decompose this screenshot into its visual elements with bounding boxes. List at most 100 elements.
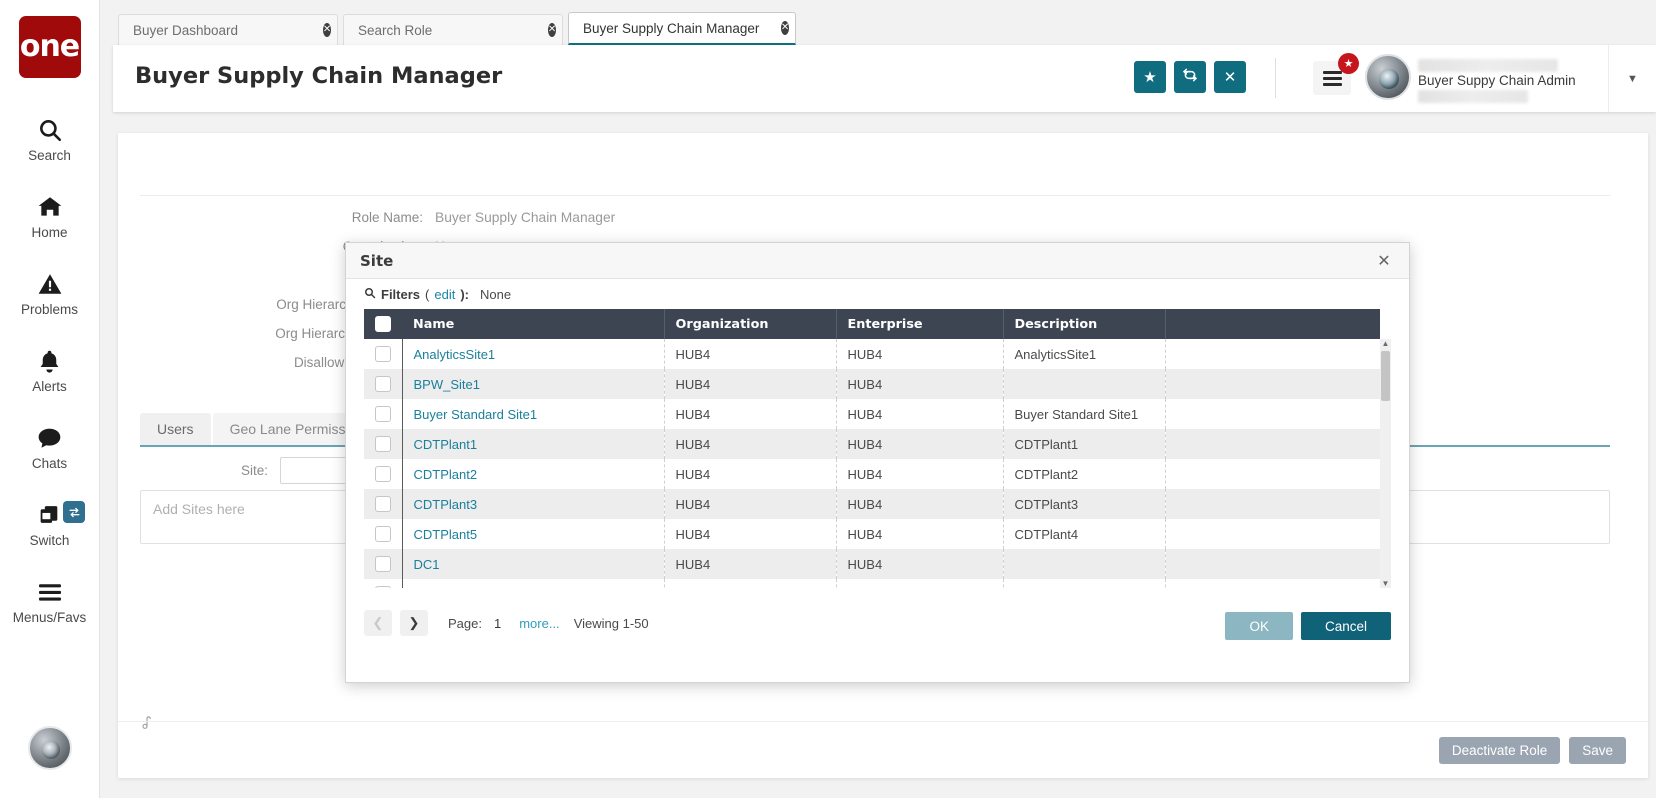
sidebar-item-home[interactable]: Home (0, 177, 99, 254)
row-select-cell (364, 399, 402, 429)
grid-vertical-scrollbar[interactable]: ▲ ▼ (1380, 339, 1391, 588)
scrollbar-thumb[interactable] (1381, 351, 1390, 401)
site-grid-container: Name Organization Enterprise Description… (364, 309, 1394, 588)
close-button[interactable]: ✕ (1214, 61, 1246, 93)
menu-badge: ★ (1338, 53, 1359, 74)
swap-arrows-icon[interactable] (63, 501, 85, 523)
ok-button[interactable]: OK (1225, 612, 1293, 640)
header-menu-button[interactable]: ★ (1313, 61, 1351, 95)
close-icon[interactable]: ✕ (769, 21, 785, 35)
modal-header: Site ✕ (346, 243, 1409, 279)
avatar[interactable] (1365, 54, 1411, 100)
cell-spacer (1165, 429, 1380, 459)
row-select-cell (364, 579, 402, 588)
row-checkbox[interactable] (375, 586, 391, 588)
row-checkbox[interactable] (375, 376, 391, 392)
rail-avatar[interactable] (28, 726, 72, 770)
refresh-icon (1182, 67, 1198, 87)
table-row[interactable]: AnalyticsSite1 HUB4 HUB4 AnalyticsSite1 (364, 339, 1380, 369)
tab-label: Users (157, 421, 194, 437)
table-row[interactable]: CDTPlant1 HUB4 HUB4 CDTPlant1 (364, 429, 1380, 459)
row-checkbox[interactable] (375, 436, 391, 452)
field-role-name: Role Name: Buyer Supply Chain Manager (140, 203, 940, 232)
more-pages-link[interactable]: more... (519, 616, 559, 631)
sidebar-item-search[interactable]: Search (0, 100, 99, 177)
logo-text: one (20, 32, 79, 62)
sidebar-item-label: Menus/Favs (13, 610, 87, 625)
site-link[interactable]: Buyer Standard Site1 (414, 407, 538, 422)
bell-icon (37, 346, 62, 376)
sidebar-item-switch[interactable]: Switch (0, 485, 99, 562)
cell-organization: HUB4 (664, 519, 836, 549)
cell-spacer (1165, 549, 1380, 579)
row-select-cell (364, 339, 402, 369)
tab-buyer-supply-chain-manager[interactable]: Buyer Supply Chain Manager ✕ (568, 12, 796, 45)
save-button[interactable]: Save (1569, 737, 1626, 764)
app-logo[interactable]: one (19, 16, 81, 78)
next-page-button[interactable]: ❯ (400, 610, 428, 636)
table-row[interactable]: CDTPlant3 HUB4 HUB4 CDTPlant3 (364, 489, 1380, 519)
field-value: Buyer Supply Chain Manager (435, 210, 615, 225)
cell-name: CDTPlant5 (402, 519, 664, 549)
column-name[interactable]: Name (402, 309, 664, 339)
site-link[interactable]: DC1 (414, 557, 440, 572)
site-link[interactable]: CDTPlant2 (414, 467, 478, 482)
site-link[interactable]: BPW_Site1 (414, 377, 480, 392)
scroll-up-icon[interactable]: ▲ (1380, 338, 1391, 349)
header-action-buttons: ★ ✕ (1134, 61, 1246, 93)
sidebar-item-alerts[interactable]: Alerts (0, 331, 99, 408)
viewing-range-label: Viewing 1-50 (574, 616, 649, 631)
column-enterprise[interactable]: Enterprise (836, 309, 1003, 339)
star-icon: ★ (1143, 68, 1156, 86)
cell-description: CDTPlant2 (1003, 459, 1165, 489)
sidebar-item-chats[interactable]: Chats (0, 408, 99, 485)
row-checkbox[interactable] (375, 496, 391, 512)
page-title: Buyer Supply Chain Manager (135, 63, 502, 89)
cell-enterprise: HUB4 (836, 549, 1003, 579)
cell-spacer (1165, 339, 1380, 369)
site-link[interactable]: CDTPlant1 (414, 437, 478, 452)
cell-enterprise: HUB4 (836, 459, 1003, 489)
close-icon[interactable]: ✕ (1373, 250, 1395, 272)
site-link[interactable]: AnalyticsSite1 (414, 347, 496, 362)
refresh-button[interactable] (1174, 61, 1206, 93)
row-checkbox[interactable] (375, 556, 391, 572)
tab-search-role[interactable]: Search Role ✕ (343, 14, 563, 45)
row-checkbox[interactable] (375, 466, 391, 482)
cancel-button[interactable]: Cancel (1301, 612, 1391, 640)
close-icon[interactable]: ✕ (536, 23, 552, 37)
row-checkbox[interactable] (375, 346, 391, 362)
user-menu-toggle[interactable]: ▼ (1608, 45, 1656, 112)
table-row[interactable]: DC1 HUB4 HUB4 (364, 549, 1380, 579)
sidebar-item-menus-favs[interactable]: Menus/Favs (0, 562, 99, 639)
prev-page-button[interactable]: ❮ (364, 610, 392, 636)
cell-enterprise: HUB4 (836, 369, 1003, 399)
row-checkbox[interactable] (375, 406, 391, 422)
sidebar-item-problems[interactable]: Problems (0, 254, 99, 331)
close-icon[interactable]: ✕ (311, 23, 327, 37)
filters-edit-link[interactable]: edit (434, 287, 455, 302)
table-row[interactable]: DP_New_01 HUB4 HUB4 DPStore1 (364, 579, 1380, 588)
application-root: one Search Home (0, 0, 1656, 798)
tab-buyer-dashboard[interactable]: Buyer Dashboard ✕ (118, 14, 338, 45)
column-description[interactable]: Description (1003, 309, 1165, 339)
site-link[interactable]: CDTPlant5 (414, 527, 478, 542)
column-organization[interactable]: Organization (664, 309, 836, 339)
select-all-checkbox[interactable] (375, 316, 391, 332)
scroll-down-icon[interactable]: ▼ (1380, 578, 1391, 589)
table-row[interactable]: CDTPlant5 HUB4 HUB4 CDTPlant4 (364, 519, 1380, 549)
cell-name: CDTPlant1 (402, 429, 664, 459)
table-row[interactable]: BPW_Site1 HUB4 HUB4 (364, 369, 1380, 399)
modal-title: Site (360, 252, 393, 270)
site-link[interactable]: CDTPlant3 (414, 497, 478, 512)
page-header: Buyer Supply Chain Manager ★ ✕ (113, 45, 1656, 112)
table-row[interactable]: CDTPlant2 HUB4 HUB4 CDTPlant2 (364, 459, 1380, 489)
favorite-button[interactable]: ★ (1134, 61, 1166, 93)
user-role-label: Buyer Suppy Chain Admin (1418, 73, 1608, 88)
site-link[interactable]: DP_New_01 (414, 587, 487, 589)
row-checkbox[interactable] (375, 526, 391, 542)
cell-name: CDTPlant2 (402, 459, 664, 489)
tab-users[interactable]: Users (140, 413, 211, 445)
table-row[interactable]: Buyer Standard Site1 HUB4 HUB4 Buyer Sta… (364, 399, 1380, 429)
deactivate-role-button[interactable]: Deactivate Role (1439, 737, 1560, 764)
